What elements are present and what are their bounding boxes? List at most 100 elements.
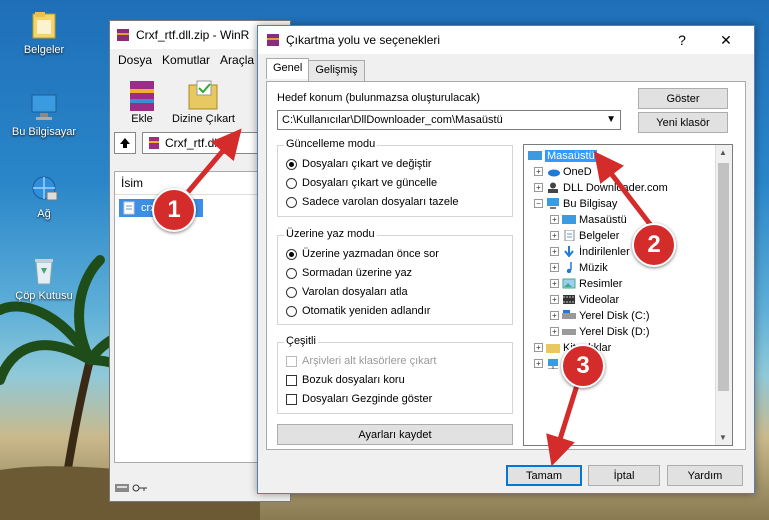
help-button[interactable]: Yardım [667, 465, 743, 486]
menu-tools[interactable]: Araçla [220, 53, 254, 67]
expand-icon[interactable]: + [550, 311, 559, 320]
radio[interactable] [286, 267, 297, 279]
overwrite-option-ask[interactable]: Üzerine yazmadan önce sor [286, 248, 439, 260]
misc-option-keep-broken[interactable]: Bozuk dosyaları koru [286, 374, 405, 386]
expand-icon[interactable]: + [534, 343, 543, 352]
option-label: Dosyaları çıkart ve değiştir [302, 158, 432, 170]
winrar-title: Crxf_rtf.dll.zip - WinR [136, 28, 250, 42]
expand-icon[interactable]: + [534, 183, 543, 192]
tab-general[interactable]: Genel [266, 58, 310, 79]
scroll-thumb[interactable] [718, 163, 729, 391]
close-button[interactable]: ✕ [706, 26, 746, 54]
music-note-icon [566, 262, 572, 273]
tree-item-documents[interactable]: + Belgeler [550, 228, 619, 243]
expand-icon[interactable]: + [550, 215, 559, 224]
checkbox[interactable] [286, 374, 297, 386]
extract-to-button[interactable]: Dizine Çıkart [172, 79, 235, 125]
chevron-down-icon[interactable]: ▼ [606, 114, 616, 125]
tree-item-label: Yerel Disk (D:) [579, 325, 650, 338]
extract-folder-icon [183, 79, 223, 113]
up-folder-button[interactable] [114, 132, 136, 154]
hard-disk-icon [562, 310, 576, 319]
expand-icon[interactable]: + [534, 359, 543, 368]
scroll-up-icon[interactable]: ▲ [719, 148, 727, 157]
misc-option-show-explorer[interactable]: Dosyaları Gezginde göster [286, 393, 432, 405]
tree-item-onedrive[interactable]: + OneD [534, 164, 592, 179]
dialog-title-bar[interactable]: Çıkartma yolu ve seçenekleri ? ✕ [258, 26, 754, 54]
tree-item-desktop[interactable]: + Masaüstü [550, 212, 627, 227]
tree-item-music[interactable]: + Müzik [550, 260, 608, 275]
tree-item-this-pc[interactable]: − Bu Bilgisay [534, 196, 617, 211]
radio[interactable] [286, 305, 297, 317]
show-button[interactable]: Göster [638, 88, 728, 109]
radio[interactable] [286, 177, 297, 189]
tree-item-label: İndirilenler [579, 245, 630, 258]
scroll-down-icon[interactable]: ▼ [719, 433, 727, 442]
column-name-label: İsim [121, 176, 143, 190]
expand-icon[interactable]: + [550, 247, 559, 256]
add-button[interactable]: Ekle [122, 79, 162, 125]
save-settings-button[interactable]: Ayarları kaydet [277, 424, 513, 445]
desktop-icon-recycle-bin[interactable]: Çöp Kutusu [4, 256, 84, 302]
pictures-icon [562, 278, 576, 289]
download-arrow-icon [564, 246, 574, 257]
user-icon [548, 182, 558, 193]
update-option-refresh[interactable]: Sadece varolan dosyaları tazele [286, 196, 459, 208]
tree-item-pictures[interactable]: + Resimler [550, 276, 622, 291]
tree-item-disk-c[interactable]: + Yerel Disk (C:) [550, 308, 650, 323]
radio[interactable] [286, 196, 297, 208]
menu-file[interactable]: Dosya [118, 53, 152, 67]
tree-item-user[interactable]: + DLL Downloader.com [534, 180, 668, 195]
folder-icon [27, 10, 61, 40]
desktop-icon-network[interactable]: Ağ [4, 174, 84, 220]
desktop-icon-label: Belgeler [23, 44, 65, 56]
tab-advanced[interactable]: Gelişmiş [308, 60, 365, 81]
overwrite-option-rename[interactable]: Otomatik yeniden adlandır [286, 305, 430, 317]
extract-to-label: Dizine Çıkart [172, 113, 235, 125]
help-title-button[interactable]: ? [662, 26, 702, 54]
tree-item-network[interactable]: + [534, 356, 560, 371]
expand-icon[interactable]: + [550, 327, 559, 336]
tree-item-label: Videolar [579, 293, 620, 306]
ok-button[interactable]: Tamam [506, 465, 582, 486]
destination-path-combo[interactable]: C:\Kullanıcılar\DllDownloader_com\Masaüs… [277, 110, 621, 130]
expand-icon[interactable]: + [550, 263, 559, 272]
winrar-app-icon [117, 29, 129, 41]
tree-item-downloads[interactable]: + İndirilenler [550, 244, 630, 259]
archive-path: Crxf_rtf.dll.zi [165, 136, 232, 150]
tree-item-label: Bu Bilgisay [563, 197, 618, 210]
desktop-icon-documents[interactable]: Belgeler [4, 10, 84, 56]
tree-item-videos[interactable]: + Videolar [550, 292, 619, 307]
overwrite-option-no-prompt[interactable]: Sormadan üzerine yaz [286, 267, 412, 279]
new-folder-button[interactable]: Yeni klasör [638, 112, 728, 133]
collapse-icon[interactable]: − [534, 199, 543, 208]
overwrite-option-skip[interactable]: Varolan dosyaları atla [286, 286, 408, 298]
tree-scrollbar[interactable]: ▲ ▼ [715, 145, 732, 445]
folder-tree[interactable]: Masaüstü + OneD + DLL Downloader.com − B… [523, 144, 733, 446]
radio-selected[interactable] [286, 248, 297, 260]
overwrite-mode-group: Üzerine yaz modu Üzerine yazmadan önce s… [277, 228, 513, 325]
desktop-icon-label: Bu Bilgisayar [11, 126, 77, 138]
expand-icon[interactable]: + [534, 167, 543, 176]
cloud-icon [548, 169, 560, 177]
cancel-button[interactable]: İptal [588, 465, 660, 486]
checkbox[interactable] [286, 393, 297, 405]
update-option-update[interactable]: Dosyaları çıkart ve güncelle [286, 177, 437, 189]
expand-icon[interactable]: + [550, 279, 559, 288]
radio-selected[interactable] [286, 158, 297, 170]
desktop-icon-this-pc[interactable]: Bu Bilgisayar [4, 92, 84, 138]
step-badge-2: 2 [632, 223, 676, 267]
overwrite-mode-title: Üzerine yaz modu [284, 228, 377, 240]
tree-item-label: Belgeler [579, 229, 620, 242]
tree-item-desktop-root[interactable]: Masaüstü [528, 148, 597, 163]
menu-commands[interactable]: Komutlar [162, 53, 210, 67]
expand-icon[interactable]: + [550, 231, 559, 240]
radio[interactable] [286, 286, 297, 298]
rar-archive-icon [122, 79, 162, 113]
option-label: Otomatik yeniden adlandır [302, 305, 431, 317]
misc-group: Çeşitli Arşivleri alt klasörlere çıkart … [277, 335, 513, 414]
expand-icon[interactable]: + [550, 295, 559, 304]
up-arrow-icon [120, 138, 130, 148]
tree-item-disk-d[interactable]: + Yerel Disk (D:) [550, 324, 650, 339]
update-option-replace[interactable]: Dosyaları çıkart ve değiştir [286, 158, 432, 170]
